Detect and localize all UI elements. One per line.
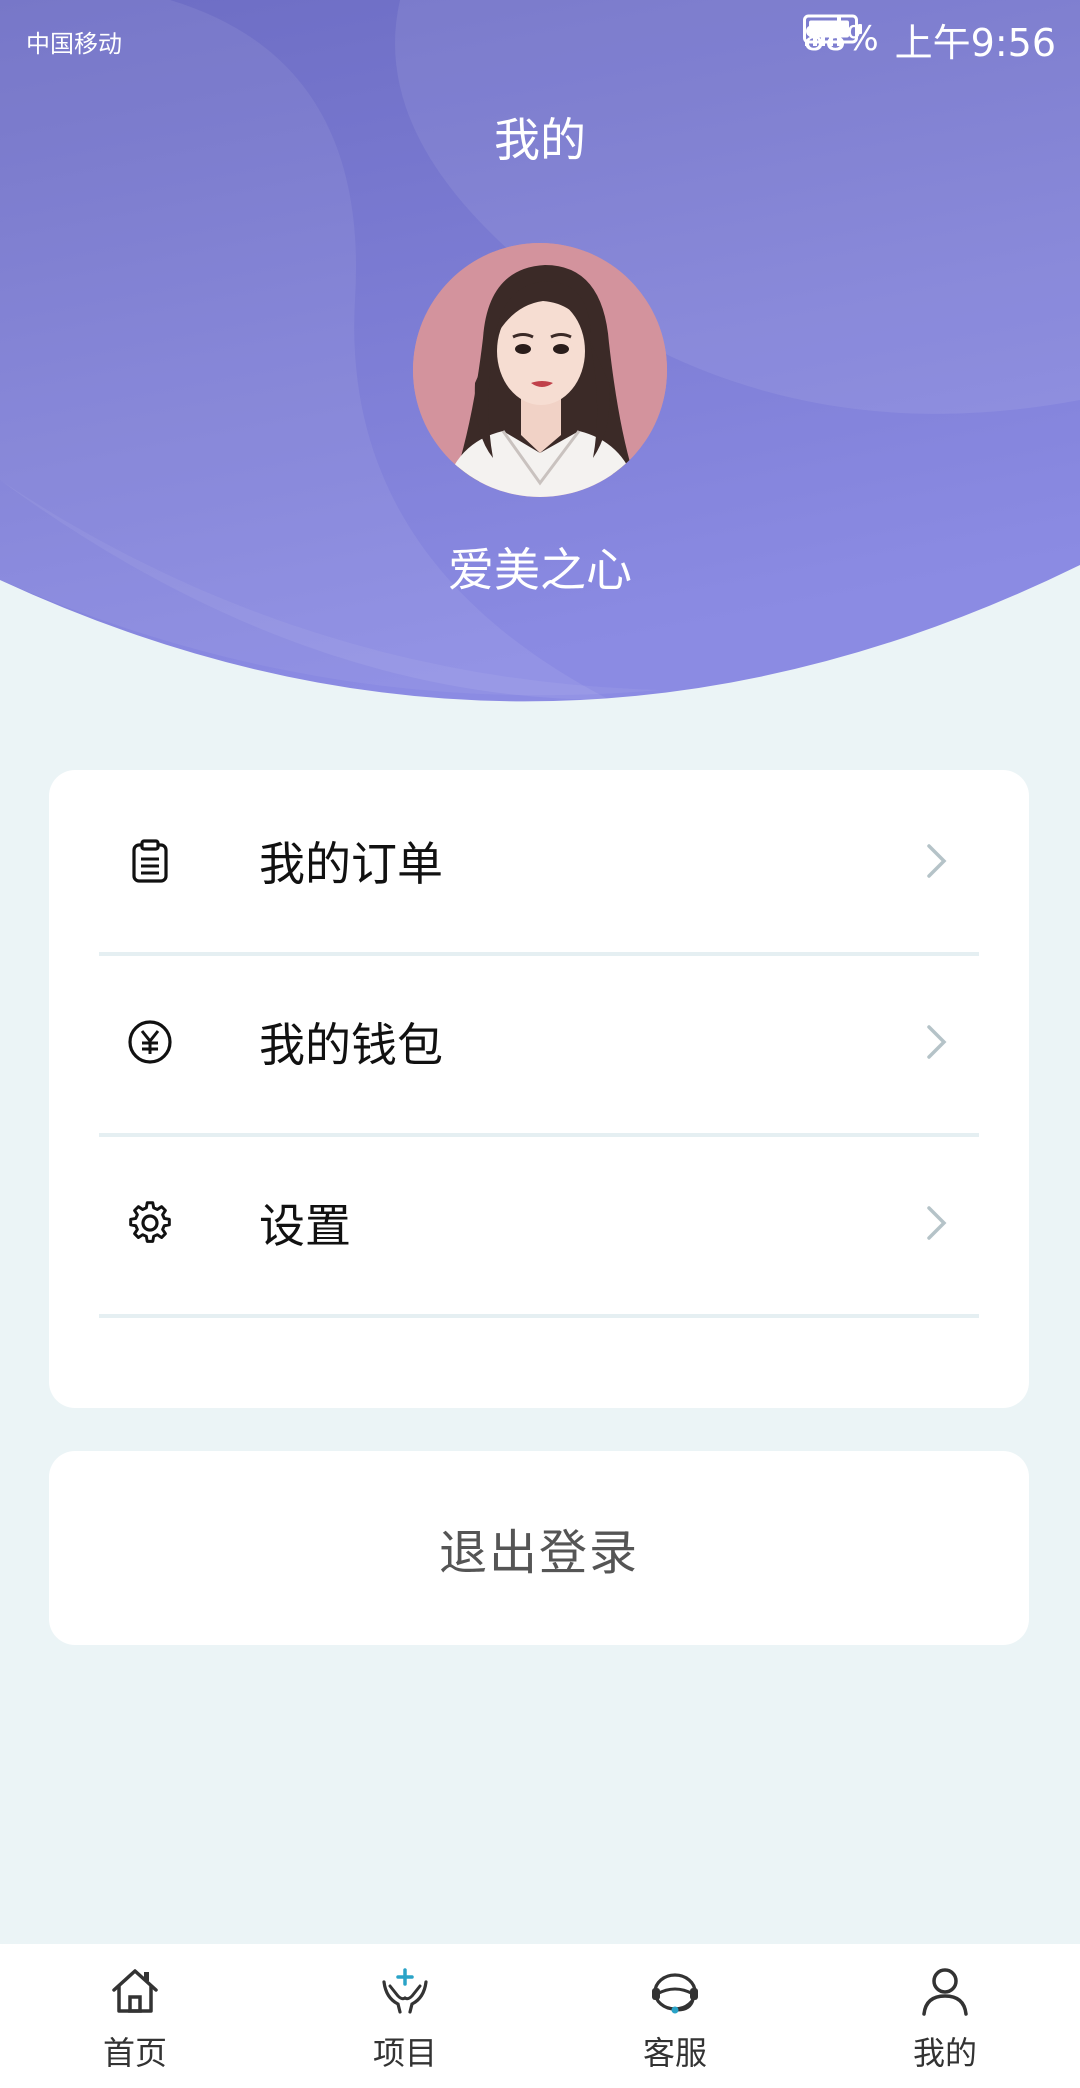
gear-icon [129, 1201, 171, 1243]
logout-label: 退出登录 [438, 1525, 639, 1581]
clock: 上午9:56 [894, 20, 1056, 65]
profile-header: 中国移动 88% 上午9:56 我的 [0, 0, 1080, 720]
carrier-label: 中国移动 [26, 30, 122, 58]
tab-label: 项目 [372, 2034, 437, 2072]
avatar[interactable] [413, 243, 667, 497]
person-icon [922, 1968, 968, 2016]
menu-item-wallet[interactable]: 我的钱包 [99, 951, 979, 1137]
tab-home[interactable]: 首页 [0, 1944, 270, 2088]
username: 爱美之心 [448, 543, 632, 597]
status-bar: 中国移动 88% 上午9:56 [0, 0, 1080, 76]
menu-card: 我的订单 我的钱包 设置 [49, 770, 1029, 1408]
battery-icon [803, 14, 863, 44]
menu-item-orders[interactable]: 我的订单 [99, 770, 979, 956]
hands-care-icon [382, 1968, 428, 2014]
tab-mine[interactable]: 我的 [810, 1944, 1080, 2088]
menu-item-label: 我的钱包 [259, 1018, 443, 1072]
chevron-right-icon [927, 1206, 947, 1240]
page-title: 我的 [494, 113, 586, 167]
logout-button[interactable]: 退出登录 [49, 1451, 1029, 1645]
profile-screen: 中国移动 88% 上午9:56 我的 [0, 0, 1080, 2088]
yen-coin-icon [128, 1020, 172, 1064]
headset-icon [652, 1973, 698, 2014]
status-indicators: 88% 上午9:56 [803, 14, 1056, 65]
menu-item-label: 设置 [259, 1199, 351, 1253]
tab-label: 首页 [102, 2034, 167, 2072]
tab-label: 客服 [642, 2034, 707, 2072]
bottom-tab-bar: 首页 项目 客服 我的 [0, 1944, 1080, 2088]
clipboard-icon [132, 839, 168, 883]
tab-label: 我的 [912, 2034, 977, 2072]
tab-customer-service[interactable]: 客服 [540, 1944, 810, 2088]
menu-item-settings[interactable]: 设置 [99, 1132, 979, 1318]
menu-item-label: 我的订单 [259, 837, 443, 891]
home-icon [112, 1969, 158, 2013]
avatar-illustration [413, 243, 667, 497]
tab-projects[interactable]: 项目 [270, 1944, 540, 2088]
chevron-right-icon [927, 844, 947, 878]
chevron-right-icon [927, 1025, 947, 1059]
